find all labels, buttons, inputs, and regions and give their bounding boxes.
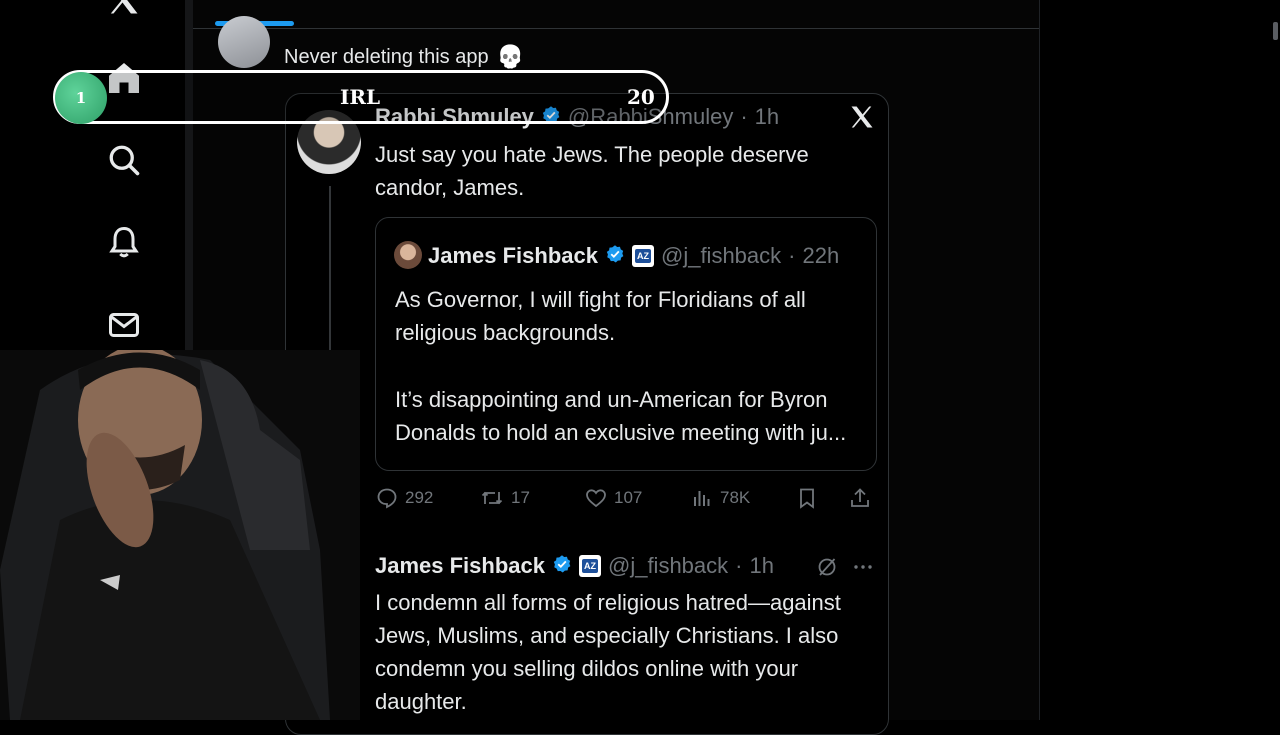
streamer-webcam [0,345,360,720]
search-icon[interactable] [104,140,144,180]
reply-time[interactable]: 1h [749,553,773,579]
notifications-bell-icon[interactable] [104,222,144,262]
quoted-body-line: Donalds to hold an exclusive meeting wit… [395,420,847,445]
repost-icon [481,491,503,505]
like-count: 107 [614,488,643,507]
view-count: 78K [720,488,751,507]
share-button[interactable] [848,486,872,510]
bookmark-button[interactable] [795,486,819,510]
separator-dot: · [740,104,748,129]
reply-body-line: I condemn all forms of religious hatred—… [375,590,841,615]
quoted-body-line: It’s disappointing and un-American for B… [395,387,828,412]
scrollbar-thumb[interactable] [1273,22,1278,40]
reply-header: James Fishback AZ @j_fishback · 1h [375,553,774,579]
separator-dot: · [788,243,796,268]
x-logo-icon [848,102,876,137]
right-column [1040,0,1280,720]
bookmark-icon [800,488,814,509]
affiliate-badge: AZ [631,245,654,267]
reply-body-line: condemn you selling dildos online with y… [375,656,799,681]
reply-body-line: Jews, Muslims, and especially Christians… [375,623,839,648]
header-divider [193,28,1039,29]
post-time[interactable]: 1h [755,104,779,130]
reply-author-name[interactable]: James Fishback [375,553,545,579]
reply-button[interactable]: 292 [375,486,433,510]
quoted-post-header: James Fishback AZ @j_fishback · 22h [428,243,839,269]
affiliate-badge-label: AZ [581,559,598,573]
post-body-line: candor, James. [375,175,525,200]
share-upload-icon [851,488,869,507]
reply-count: 292 [405,488,434,507]
reply-bubble-icon [377,488,397,509]
post-action-bar: 292 17 107 78K [375,484,875,516]
quoted-post-body: As Governor, I will fight for Floridians… [395,283,865,449]
post-body: Just say you hate Jews. The people deser… [375,138,865,204]
quoted-post-time[interactable]: 22h [802,243,839,269]
repost-button[interactable]: 17 [479,486,530,510]
parent-post-avatar[interactable] [218,16,270,68]
quoted-body-line: religious backgrounds. [395,320,616,345]
reply-body-line: daughter. [375,689,467,714]
parent-post-text: Never deleting this app 💀 [284,44,524,70]
views-chart-icon [694,491,710,506]
rank-count: 20 [627,85,655,109]
more-options-icon[interactable] [851,555,875,584]
parent-post-body: Never deleting this app [284,45,489,68]
quoted-author-handle[interactable]: @j_fishback [661,243,781,269]
category-label: IRL [340,85,381,109]
verified-badge-icon [605,244,625,269]
quoted-author-name[interactable]: James Fishback [428,243,598,269]
quoted-body-line: As Governor, I will fight for Floridians… [395,287,806,312]
messages-envelope-icon[interactable] [104,305,144,345]
reply-author-handle[interactable]: @j_fishback [608,553,728,579]
quoted-body-spacer [395,349,865,383]
affiliate-badge: AZ [578,555,601,577]
repost-count: 17 [511,488,530,507]
x-logo-icon[interactable] [104,0,144,20]
james-fishback-avatar[interactable] [394,241,422,269]
grok-slash-icon[interactable] [815,555,839,584]
affiliate-badge-label: AZ [634,249,651,263]
rank-badge: 1 [55,72,107,124]
like-button[interactable]: 107 [584,486,642,510]
rank-number: 1 [75,89,87,107]
post-body-line: Just say you hate Jews. The people deser… [375,142,809,167]
separator-dot: · [735,553,743,578]
verified-badge-icon [552,554,572,579]
reply-body: I condemn all forms of religious hatred—… [375,586,875,718]
views-button[interactable]: 78K [690,486,750,510]
heart-icon [586,489,606,508]
skull-emoji-icon: 💀 [496,44,524,69]
